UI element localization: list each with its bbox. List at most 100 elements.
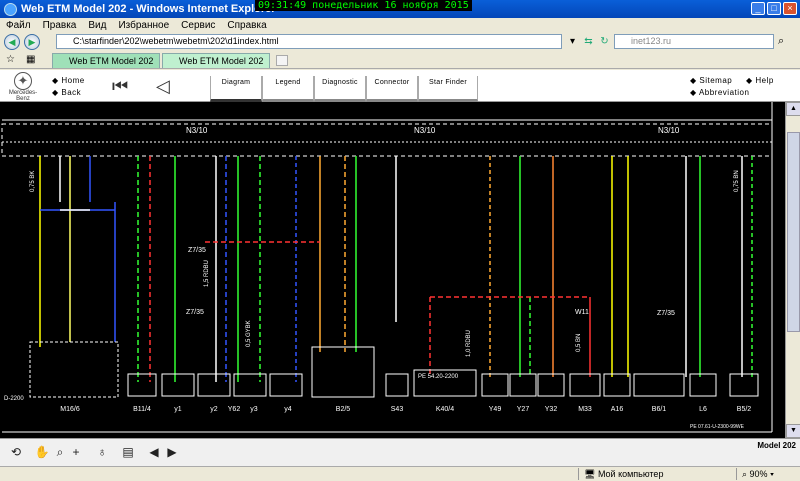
pe-label: PE 07.61-U-2300-99WE: [690, 424, 745, 430]
component-box: [569, 373, 601, 397]
status-zone: 🖥 Мой компьютер: [584, 469, 664, 479]
component-label: y3: [250, 406, 258, 413]
component-labels: M16/6 B11/4 y1 y2 Y62 y3 y4 B2/5 S43 K40…: [60, 406, 751, 413]
component-label: B6/1: [652, 406, 667, 413]
splice-label: W11: [575, 309, 589, 316]
zoom-icon[interactable]: ⌕: [52, 444, 68, 460]
wiring-schematic[interactable]: N3/10 N3/10 N3/10 0,75 BK 1,5 RDBU 0,5 G…: [0, 102, 785, 438]
rotate-icon[interactable]: ⟲: [8, 444, 24, 460]
component-box: [689, 373, 717, 397]
lightbulb-icon[interactable]: ♁: [94, 444, 110, 460]
tab-etm-2[interactable]: Web ETM Model 202: [162, 53, 270, 68]
vertical-scrollbar[interactable]: ▲ ▼: [785, 102, 800, 438]
search-icon[interactable]: ⌕: [778, 35, 784, 48]
search-input[interactable]: inet123.ru: [614, 34, 774, 49]
component-label: y2: [210, 406, 218, 413]
clock-overlay: 09:31:49 понедельник 16 ноября 2015: [255, 0, 472, 11]
component-box: [29, 341, 119, 398]
component-label: y4: [284, 406, 292, 413]
status-bar: 🖥 Мой компьютер ⌕ 90% ▾: [0, 466, 800, 481]
component-label: B2/5: [336, 406, 351, 413]
splice-label: Z7/35: [188, 247, 206, 254]
dropdown-icon[interactable]: ▾: [566, 35, 579, 48]
first-page-icon[interactable]: ⏮: [112, 76, 128, 97]
tab-diagnostic[interactable]: Diagnostic: [314, 76, 366, 102]
forward-arrow-icon[interactable]: ▶: [24, 34, 40, 50]
component-label: A16: [611, 406, 624, 413]
window-title: Web ETM Model 202 - Windows Internet Exp…: [21, 3, 276, 15]
component-label: L6: [699, 406, 707, 413]
component-label: Y62: [228, 406, 241, 413]
component-box: [197, 373, 231, 397]
mercedes-star-icon: ✦: [14, 72, 32, 90]
menu-help[interactable]: Справка: [227, 20, 266, 31]
wire-label: 1,5 RDBU: [204, 260, 210, 287]
wire-labels: 0,75 BK 1,5 RDBU 0,5 GYBK 1,0 RDBU 0,5 B…: [30, 170, 740, 357]
wire-label: 1,0 RDBU: [466, 330, 472, 357]
scroll-thumb[interactable]: [787, 132, 800, 332]
status-divider: [736, 468, 737, 480]
address-input[interactable]: C:\starfinder\202\webetm\webetm\202\d1in…: [56, 34, 562, 49]
menu-file[interactable]: Файл: [6, 20, 31, 31]
scroll-down-icon[interactable]: ▼: [786, 424, 800, 438]
menu-bar: Файл Правка Вид Избранное Сервис Справка: [0, 18, 800, 32]
wire-label: 0,5 GYBK: [246, 320, 252, 347]
zoom-level[interactable]: ⌕ 90% ▾: [742, 469, 774, 480]
sitemap-link[interactable]: ◆ Sitemap: [690, 76, 732, 85]
crosshair-icon[interactable]: +: [68, 444, 84, 460]
go-icon[interactable]: ⇆: [582, 35, 595, 48]
component-box: [311, 346, 375, 398]
schematic-svg: N3/10 N3/10 N3/10 0,75 BK 1,5 RDBU 0,5 G…: [1, 102, 773, 433]
menu-edit[interactable]: Правка: [43, 20, 77, 31]
home-link[interactable]: ◆ Home: [52, 76, 85, 85]
component-label: K40/4: [436, 406, 454, 413]
pan-hand-icon[interactable]: ✋: [34, 444, 50, 460]
wire-label: 0,75 BN: [734, 170, 740, 192]
previous-page-icon[interactable]: ◁: [156, 76, 170, 97]
maximize-button[interactable]: □: [767, 2, 781, 15]
status-divider: [578, 468, 579, 480]
tab-etm-1[interactable]: Web ETM Model 202: [52, 53, 160, 68]
component-label: M33: [578, 406, 592, 413]
ie-icon: [4, 2, 17, 16]
component-label: B5/2: [737, 406, 752, 413]
menu-view[interactable]: Вид: [88, 20, 106, 31]
minimize-button[interactable]: _: [751, 2, 765, 15]
close-button[interactable]: ×: [783, 2, 797, 15]
component-box: [537, 373, 565, 397]
tab-legend[interactable]: Legend: [262, 76, 314, 102]
print-icon[interactable]: ▤: [120, 444, 136, 460]
next-view-icon[interactable]: ▶: [164, 444, 180, 460]
wires: [39, 156, 753, 382]
splice-label: Z7/35: [657, 310, 675, 317]
back-arrow-icon[interactable]: ◀: [4, 34, 20, 50]
quick-tabs-icon[interactable]: ▦: [26, 54, 35, 65]
help-link[interactable]: ◆ Help: [746, 76, 774, 85]
menu-favorites[interactable]: Избранное: [118, 20, 169, 31]
connector-label: N3/10: [186, 126, 208, 135]
refresh-icon[interactable]: ↻: [598, 35, 611, 48]
component-box: [481, 373, 509, 397]
component-box: [729, 373, 759, 397]
tab-star-finder[interactable]: Star Finder: [418, 76, 478, 102]
prev-view-icon[interactable]: ◀: [146, 444, 162, 460]
abbreviation-link[interactable]: ◆ Abbreviation: [690, 88, 749, 97]
component-box: [269, 373, 303, 397]
favorites-star-icon[interactable]: ☆: [6, 54, 15, 65]
component-box: [233, 373, 267, 397]
menu-tools[interactable]: Сервис: [181, 20, 215, 31]
connector-label: N3/10: [414, 126, 436, 135]
connector-frame: [1, 123, 773, 157]
etm-toolbar: ✦ Mercedes-Benz ◆ Home ◆ Back ⏮ ◁ Diagra…: [0, 70, 800, 102]
back-link[interactable]: ◆ Back: [52, 88, 81, 97]
component-box: [633, 373, 685, 397]
component-label: B11/4: [133, 406, 151, 413]
component-box: [385, 373, 409, 397]
wire-label: 0,5 BN: [576, 334, 582, 352]
tab-connector[interactable]: Connector: [366, 76, 418, 102]
pe-label: PE 54.20-2200: [418, 374, 459, 380]
new-tab-button[interactable]: [276, 55, 288, 66]
component-box: [161, 373, 195, 397]
tab-diagram[interactable]: Diagram: [210, 76, 262, 102]
scroll-up-icon[interactable]: ▲: [786, 102, 800, 116]
